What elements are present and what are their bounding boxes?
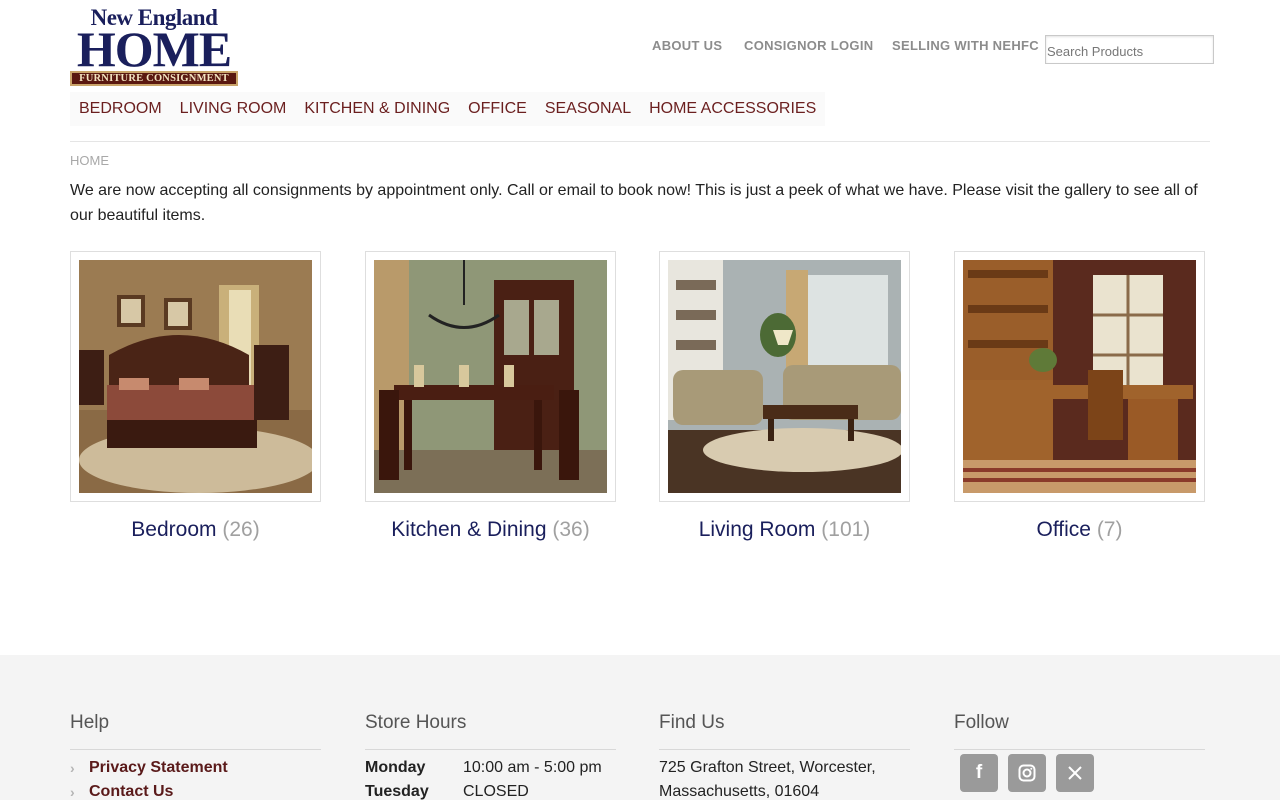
bedroom-image [79,260,312,493]
footer-find-us: Find Us 725 Grafton Street, Worcester, M… [659,711,910,800]
chevron-right-icon: › [70,760,75,776]
link-label: Privacy Statement [89,759,228,776]
category-count: (36) [552,518,590,541]
category-count: (7) [1096,518,1123,541]
office-image [963,260,1196,493]
nav-about-us[interactable]: ABOUT US [652,38,722,56]
hours-row: Monday 10:00 am - 5:00 pm [365,756,616,780]
hours-time: 10:00 am - 5:00 pm [463,759,602,776]
category-name: Bedroom [131,518,217,541]
main-nav-home-accessories[interactable]: HOME ACCESSORIES [640,92,825,126]
logo-line-3: FURNITURE CONSIGNMENT [70,71,238,86]
footer-store-hours: Store Hours Monday 10:00 am - 5:00 pm Tu… [365,711,616,800]
social-links: f [954,754,1205,792]
category-caption-living-room[interactable]: Living Room (101) [659,518,910,542]
breadcrumb[interactable]: HOME [70,153,109,168]
footer-rule [365,749,616,750]
category-caption-office[interactable]: Office (7) [954,518,1205,542]
footer-help-title: Help [70,712,110,733]
kitchen-dining-image [374,260,607,493]
hours-row: Tuesday CLOSED [365,780,616,800]
nav-selling-with-nehfc[interactable]: SELLING WITH NEHFC [892,38,1039,56]
link-label: Contact Us [89,783,174,800]
category-card-living-room[interactable] [659,251,910,502]
nav-consignor-login[interactable]: CONSIGNOR LOGIN [744,38,873,56]
facebook-icon[interactable]: f [960,754,998,792]
address-line-1: 725 Grafton Street, Worcester, [659,759,876,776]
living-room-image [668,260,901,493]
footer-rule [70,749,321,750]
search-box [1045,35,1214,64]
main-nav-living-room[interactable]: LIVING ROOM [171,92,296,126]
hours-day: Monday [365,759,426,776]
contact-us-link[interactable]: › Contact Us [70,780,321,800]
category-count: (101) [821,518,871,541]
instagram-icon[interactable] [1008,754,1046,792]
hours-day: Tuesday [365,783,429,800]
category-name: Office [1036,518,1091,541]
category-card-office[interactable] [954,251,1205,502]
footer-help: Help › Privacy Statement › Contact Us [70,711,321,800]
main-nav-office[interactable]: OFFICE [459,92,536,126]
logo-line-2: HOME [76,21,232,77]
main-nav-kitchen-dining[interactable]: KITCHEN & DINING [295,92,459,126]
privacy-statement-link[interactable]: › Privacy Statement [70,756,321,780]
category-name: Kitchen & Dining [391,518,547,541]
main-nav: BEDROOM LIVING ROOM KITCHEN & DINING OFF… [70,92,826,126]
address-line-2: Massachusetts, 01604 [659,783,820,800]
footer-find-title: Find Us [659,712,725,733]
category-caption-bedroom[interactable]: Bedroom (26) [70,518,321,542]
footer-rule [659,749,910,750]
footer-hours-title: Store Hours [365,712,467,733]
category-card-kitchen-dining[interactable] [365,251,616,502]
category-name: Living Room [698,518,816,541]
hours-time: CLOSED [463,783,529,800]
chevron-right-icon: › [70,784,75,800]
x-icon[interactable] [1056,754,1094,792]
search-input[interactable] [1046,36,1213,63]
footer-follow: Follow f [954,711,1205,792]
category-count: (26) [222,518,260,541]
intro-text: We are now accepting all consignments by… [70,182,1198,224]
category-card-bedroom[interactable] [70,251,321,502]
header-divider [70,141,1210,142]
main-nav-seasonal[interactable]: SEASONAL [536,92,640,126]
footer-follow-title: Follow [954,712,1009,733]
main-nav-bedroom[interactable]: BEDROOM [70,92,171,126]
site-logo[interactable]: New England HOME FURNITURE CONSIGNMENT [70,6,238,86]
category-caption-kitchen-dining[interactable]: Kitchen & Dining (36) [365,518,616,542]
footer-rule [954,749,1205,750]
